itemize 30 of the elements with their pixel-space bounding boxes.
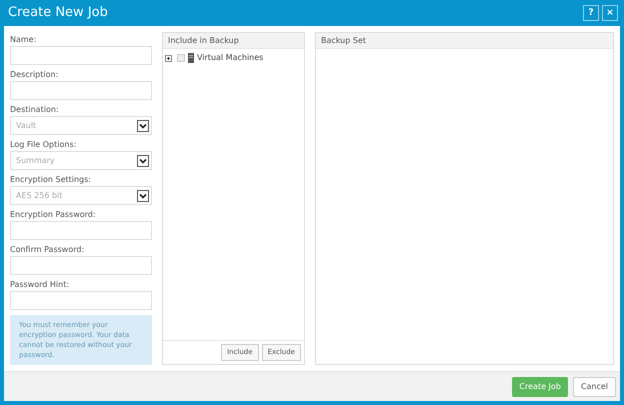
dropdown-field[interactable]: Vault (10, 116, 152, 135)
text-field[interactable] (10, 81, 152, 100)
create-job-button[interactable]: Create Job (512, 376, 568, 396)
window-title: Create New Job (8, 4, 108, 22)
text-field[interactable] (10, 46, 152, 65)
text-field[interactable] (10, 256, 152, 275)
field-label: Encryption Settings: (10, 174, 92, 186)
chevron-down-icon (137, 154, 149, 166)
field-label: Password Hint: (10, 279, 70, 291)
help-button[interactable]: ? (583, 5, 599, 21)
checkbox[interactable] (177, 54, 185, 62)
cancel-button[interactable]: Cancel (572, 376, 616, 396)
field-label: Log File Options: (10, 139, 78, 151)
field-label: Description: (10, 69, 60, 81)
text-field[interactable] (10, 291, 152, 310)
field-label: Confirm Password: (10, 244, 86, 256)
tree-item[interactable]: Virtual Machines (197, 52, 264, 64)
dropdown-field[interactable]: Summary (10, 151, 152, 170)
expand-icon[interactable] (165, 54, 172, 62)
dropdown-field[interactable]: AES 256 bit (10, 186, 152, 205)
text-field[interactable] (10, 221, 152, 240)
panel-title: Include in Backup (163, 33, 304, 49)
field-label: Name: (10, 34, 38, 46)
field-label: Destination: (10, 104, 60, 116)
close-button[interactable]: × (602, 5, 618, 21)
chevron-down-icon (137, 120, 149, 132)
chevron-down-icon (137, 190, 149, 202)
server-icon (188, 53, 194, 63)
field-label: Encryption Password: (10, 209, 97, 221)
panel-title: Backup Set (316, 33, 613, 49)
